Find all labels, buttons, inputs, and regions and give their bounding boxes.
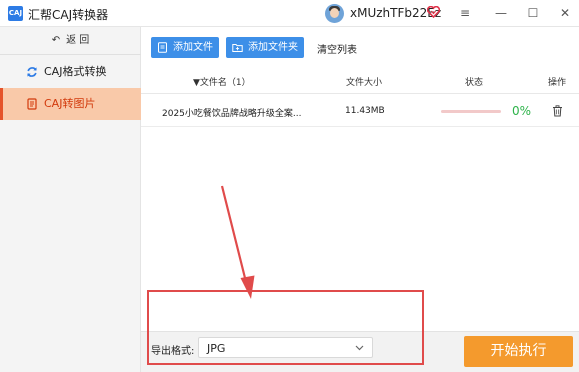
back-arrow-icon: ↶ (51, 35, 61, 46)
file-size-cell: 11.43MB (345, 106, 385, 116)
user-avatar[interactable] (325, 4, 344, 23)
minimize-button[interactable]: — (492, 5, 510, 21)
column-header-filename[interactable]: ▼文件名（1） (193, 75, 251, 88)
add-folder-label: 添加文件夹 (248, 42, 298, 53)
trash-icon[interactable] (552, 105, 563, 117)
app-logo: CAJ (8, 6, 23, 21)
sidebar: ↶ 返 回 CAJ格式转换 CAJ转图片 (0, 27, 141, 372)
menu-button[interactable]: ≡ (456, 5, 474, 21)
column-header-size: 文件大小 (346, 78, 383, 88)
progress-percent: 0% (512, 104, 532, 118)
start-button[interactable]: 开始执行 (464, 336, 573, 367)
sidebar-item-caj-to-image[interactable]: CAJ转图片 (0, 88, 141, 120)
add-folder-icon (232, 44, 243, 52)
file-name-cell: 2025小吃餐饮品牌战略升级全案... (162, 109, 302, 119)
column-header-status: 状态 (465, 78, 484, 88)
maximize-button[interactable]: ☐ (524, 5, 542, 21)
sidebar-item-label: CAJ转图片 (44, 97, 96, 110)
add-file-icon (158, 42, 167, 53)
add-folder-button[interactable]: 添加文件夹 (226, 37, 304, 58)
document-icon (27, 98, 37, 110)
sidebar-item-label: CAJ格式转换 (44, 65, 107, 78)
table-row[interactable]: 2025小吃餐饮品牌战略升级全案... 11.43MB 0% (141, 95, 579, 127)
app-title: 汇帮CAJ转换器 (28, 8, 109, 22)
add-file-button[interactable]: 添加文件 (151, 37, 219, 58)
back-button[interactable]: ↶ 返 回 (0, 27, 141, 55)
refresh-icon (27, 67, 37, 77)
progress-bar (441, 110, 501, 113)
vip-heart-icon[interactable] (427, 6, 440, 18)
toolbar: 添加文件 添加文件夹 清空列表 (141, 27, 579, 67)
back-label: 返 回 (66, 35, 90, 46)
clear-list-button[interactable]: 清空列表 (317, 41, 357, 56)
title-bar: CAJ 汇帮CAJ转换器 xMUzhTFb22Ez ≡ — ☐ ✕ (0, 0, 579, 27)
app-window: CAJ 汇帮CAJ转换器 xMUzhTFb22Ez ≡ — ☐ ✕ ↶ 返 回 C… (0, 0, 579, 372)
add-file-label: 添加文件 (173, 42, 213, 53)
sidebar-item-caj-format[interactable]: CAJ格式转换 (0, 56, 141, 88)
close-button[interactable]: ✕ (556, 5, 574, 21)
annotation-highlight-box (147, 290, 424, 365)
column-header-action: 操作 (548, 78, 567, 88)
table-header: ▼文件名（1） 文件大小 状态 操作 (141, 67, 579, 94)
